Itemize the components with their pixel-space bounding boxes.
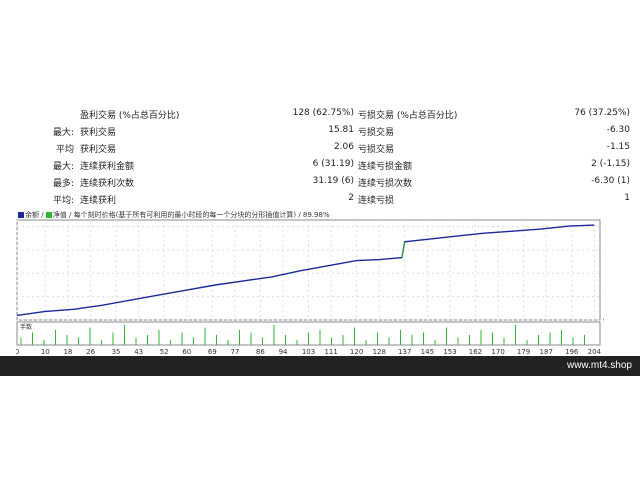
x-tick-label: 60 (182, 348, 191, 356)
stats-value-left: 6 (31.19) (312, 159, 354, 169)
chart-description: 每个刻时价格(基于所有可利用的最小时段的每一个分块的分形插值计算) (73, 211, 297, 219)
balance-chart: 991 1037 1083 1129 1175 0 10 18 26 35 43 52 60 69 77 86… (16, 219, 604, 356)
stats-prefix: 最多: (52, 179, 74, 189)
x-tick-label: 196 (565, 348, 579, 356)
stats-value-right: -1.15 (606, 142, 630, 152)
stats-label-left: 获利交易 (80, 145, 117, 155)
stats-label-right: 亏损交易 (358, 145, 395, 155)
x-tick-label: 170 (491, 348, 504, 356)
stats-table: 盈利交易 (%占总百分比) 128 (62.75%) 亏损交易 (%占总百分比) 76… (0, 106, 640, 208)
x-tick-label: 187 (540, 348, 553, 356)
x-tick-label: 77 (230, 348, 239, 356)
x-tick-label: 137 (398, 348, 411, 356)
stats-label-right: 亏损交易 (%占总百分比) (358, 111, 458, 121)
stats-row: 盈利交易 (%占总百分比) 128 (62.75%) 亏损交易 (%占总百分比) 76… (0, 106, 640, 123)
y-tick-label: 1129 (603, 247, 604, 255)
y-tick-label: 1083 (603, 270, 604, 278)
stats-value-right: -6.30 (1) (591, 176, 630, 186)
equity-legend-icon (45, 212, 52, 218)
stats-prefix: 最大: (52, 162, 74, 172)
blank-area (0, 0, 640, 106)
x-tick-label: 52 (160, 348, 169, 356)
stats-label-left: 获利交易 (80, 128, 117, 138)
stats-value-left: 31.19 (6) (312, 176, 354, 186)
model-quality: 89.98% (302, 211, 330, 219)
x-tick-label: 0 (16, 348, 19, 356)
x-tick-label: 111 (324, 348, 337, 356)
y-tick-label: 1175 (603, 224, 604, 232)
x-tick-label: 179 (517, 348, 530, 356)
x-tick-label: 120 (350, 348, 363, 356)
stats-value-left: 128 (62.75%) (292, 108, 354, 118)
x-tick-label: 26 (86, 348, 95, 356)
stats-prefix: 最大: (52, 128, 74, 138)
x-tick-label: 103 (302, 348, 315, 356)
stats-label-right: 连续亏损 (358, 196, 395, 206)
watermark: www.mt4.shop (566, 360, 632, 371)
stats-value-right: 1 (624, 193, 630, 203)
stats-row: 最大: 连续获利金额 6 (31.19) 连续亏损金额 2 (-1.15) (0, 157, 640, 174)
stats-value-right: 76 (37.25%) (574, 108, 630, 118)
stats-prefix: 平均: (52, 196, 74, 206)
stats-row: 平均 获利交易 2.06 亏损交易 -1.15 (0, 140, 640, 157)
x-tick-label: 94 (279, 348, 288, 356)
x-tick-label: 18 (63, 348, 72, 356)
stats-row: 平均: 连续获利 2 连续亏损 1 (0, 191, 640, 208)
x-tick-label: 10 (41, 348, 50, 356)
stats-row: 最多: 连续获利次数 31.19 (6) 连续亏损次数 -6.30 (1) (0, 174, 640, 191)
x-tick-label: 162 (469, 348, 482, 356)
stats-label-left: 连续获利 (80, 196, 117, 206)
stats-value-left: 2 (348, 193, 354, 203)
x-tick-label: 145 (421, 348, 434, 356)
stats-label-right: 亏损交易 (358, 128, 395, 138)
stats-value-right: 2 (-1.15) (591, 159, 630, 169)
x-tick-label: 43 (134, 348, 143, 356)
stats-label-right: 连续亏损次数 (358, 179, 413, 189)
stats-label-left: 连续获利金额 (80, 162, 135, 172)
stats-label-left: 连续获利次数 (80, 179, 135, 189)
legend-equity-label: 净值 (52, 211, 67, 219)
footer-bar: www.mt4.shop (0, 356, 640, 376)
balance-legend-icon (18, 212, 24, 218)
x-tick-label: 204 (588, 348, 602, 356)
stats-value-left: 2.06 (333, 142, 354, 152)
stats-row: 最大: 获利交易 15.81 亏损交易 -6.30 (0, 123, 640, 140)
volume-label: 手数 (20, 323, 32, 331)
x-tick-label: 69 (208, 348, 217, 356)
x-tick-label: 35 (112, 348, 121, 356)
y-tick-label: 1037 (603, 294, 604, 302)
y-tick-label: 991 (603, 317, 604, 325)
x-tick-label: 128 (373, 348, 386, 356)
x-tick-label: 86 (256, 348, 265, 356)
stats-label-right: 连续亏损金额 (358, 162, 413, 172)
stats-value-right: -6.30 (606, 125, 630, 135)
chart-header: 余额 / 净值 / 每个刻时价格(基于所有可利用的最小时段的每一个分块的分形插值… (18, 210, 330, 222)
stats-value-left: 15.81 (328, 125, 354, 135)
legend-balance-label: 余额 (25, 211, 39, 219)
stats-prefix: 平均 (55, 145, 74, 155)
stats-label-left: 盈利交易 (%占总百分比) (80, 111, 180, 121)
x-tick-label: 153 (443, 348, 456, 356)
balance-chart-panel: 991 1037 1083 1129 1175 0 10 18 26 35 43 52 60 69 77 86… (16, 210, 604, 356)
